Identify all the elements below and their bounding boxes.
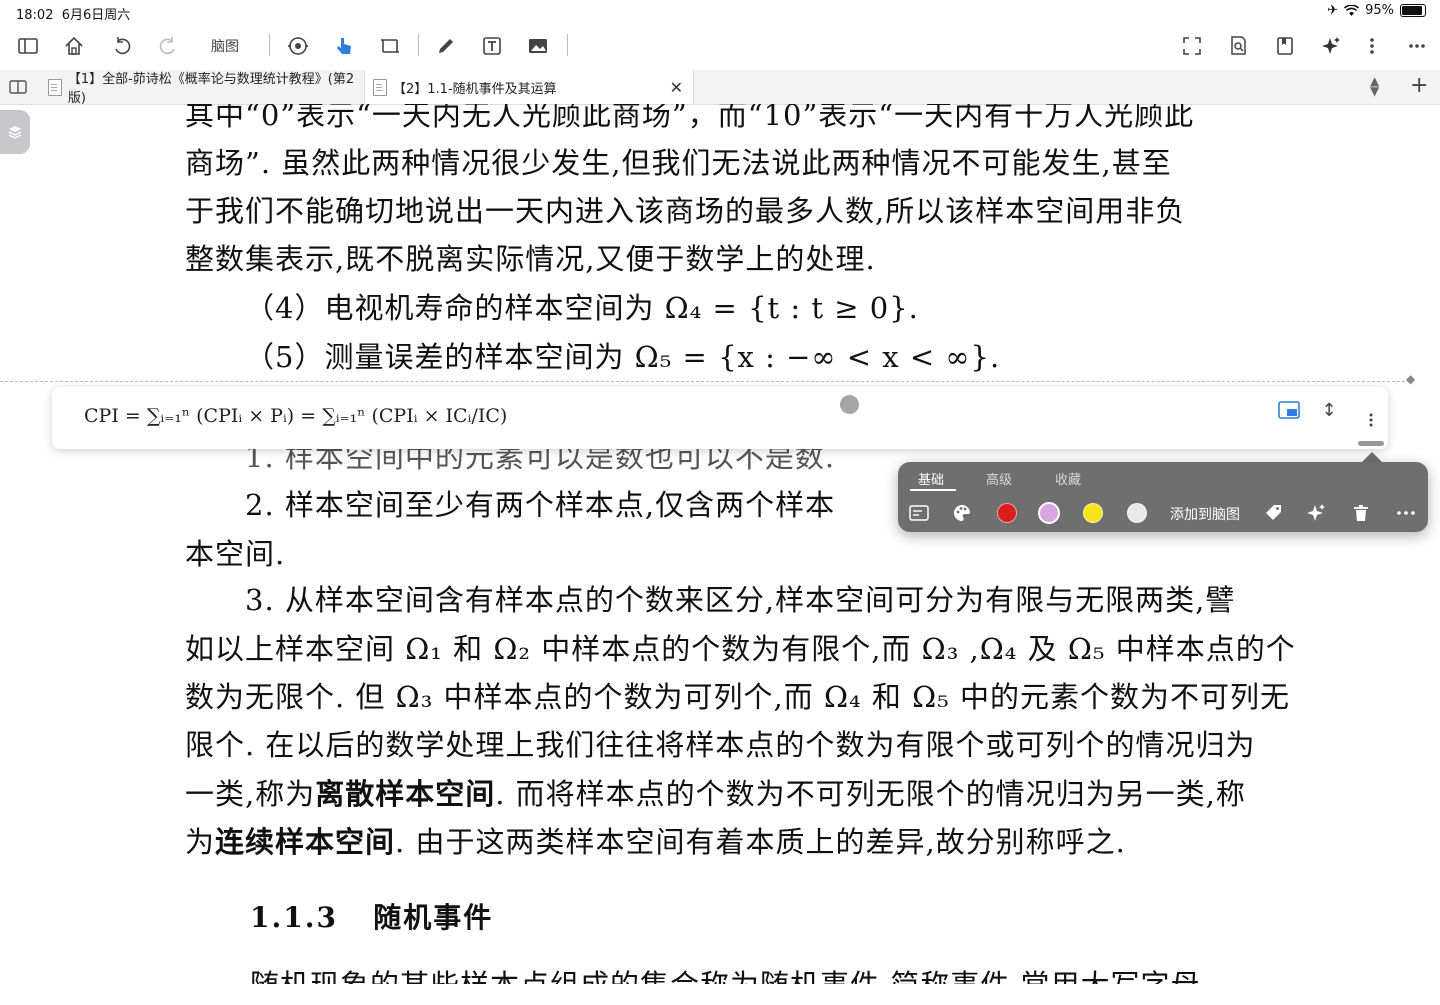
popup-arrow bbox=[1362, 452, 1382, 462]
layers-icon bbox=[8, 126, 22, 139]
search-document-icon[interactable] bbox=[1224, 32, 1252, 60]
active-tab-underline bbox=[910, 489, 956, 491]
pen-icon[interactable] bbox=[432, 32, 460, 60]
text-line: 限个. 在以后的数学处理上我们往往将样本点的个数为有限个或可列个的情况归为 bbox=[185, 728, 1256, 762]
formula-text: CPI = ∑ᵢ₌₁ⁿ (CPIᵢ × Pᵢ) = ∑ᵢ₌₁ⁿ (CPIᵢ × … bbox=[84, 405, 508, 427]
toolbar: 脑图 bbox=[0, 24, 1440, 68]
palette-icon[interactable] bbox=[950, 502, 974, 524]
add-tab-icon[interactable]: + bbox=[1410, 73, 1428, 98]
drag-handle-dot[interactable] bbox=[840, 395, 859, 414]
text-line: 商场”. 虽然此两种情况很少发生,但我们无法说此两种情况不可能发生,甚至 bbox=[185, 146, 1172, 180]
battery-icon bbox=[1400, 4, 1426, 17]
ai-sparkle-icon[interactable] bbox=[1304, 502, 1328, 524]
wifi-icon bbox=[1344, 4, 1360, 16]
trash-icon[interactable] bbox=[1350, 502, 1372, 524]
tab-basic[interactable]: 基础 bbox=[918, 469, 944, 488]
add-to-mindmap-button[interactable]: 添加到脑图 bbox=[1170, 504, 1240, 524]
battery-percent: 95% bbox=[1365, 3, 1394, 18]
more-horizontal-icon[interactable] bbox=[1403, 32, 1431, 60]
tab-bar: 【1】全部-茆诗松《概率论与数理统计教程》(第2版) 【2】1.1-随机事件及其… bbox=[0, 70, 1440, 106]
text-line: 一类,称为离散样本空间. 而将样本点的个数为不可列无限个的情况归为另一类,称 bbox=[185, 777, 1246, 811]
home-icon[interactable] bbox=[60, 32, 88, 60]
tab-favorites[interactable]: 收藏 bbox=[1055, 469, 1081, 488]
text-line: （4）电视机寿命的样本空间为 Ω₄ = {t : t ≥ 0}. bbox=[245, 291, 919, 325]
bold-term: 离散样本空间 bbox=[315, 777, 496, 811]
document-icon bbox=[373, 78, 387, 96]
split-view-icon[interactable] bbox=[4, 73, 32, 101]
formula-card[interactable]: CPI = ∑ᵢ₌₁ⁿ (CPIᵢ × Pᵢ) = ∑ᵢ₌₁ⁿ (CPIᵢ × … bbox=[52, 387, 1388, 449]
tab-label: 【2】1.1-随机事件及其运算 bbox=[393, 81, 557, 97]
read-mode-icon[interactable] bbox=[284, 32, 312, 60]
redo-icon[interactable] bbox=[154, 32, 182, 60]
text-line: 数为无限个. 但 Ω₃ 中样本点的个数为可列个,而 Ω₄ 和 Ω₅ 中的元素个数… bbox=[185, 680, 1290, 714]
sort-arrows-icon[interactable]: ▲ ▼ bbox=[1370, 75, 1379, 97]
undo-icon[interactable] bbox=[108, 32, 136, 60]
text-line: 如以上样本空间 Ω₁ 和 Ω₂ 中样本点的个数为有限个,而 Ω₃ ,Ω₄ 及 Ω… bbox=[185, 632, 1296, 666]
more-vertical-icon[interactable] bbox=[1358, 32, 1386, 60]
toolbar-divider bbox=[418, 34, 419, 56]
ai-sparkle-icon[interactable] bbox=[1317, 32, 1345, 60]
tab-advanced[interactable]: 高级 bbox=[986, 469, 1012, 488]
color-swatch-pink[interactable] bbox=[1038, 502, 1060, 524]
text-line: 本空间. bbox=[185, 537, 286, 571]
color-swatch-yellow[interactable] bbox=[1082, 502, 1104, 524]
airplane-icon: ✈ bbox=[1327, 3, 1339, 18]
toolbar-divider bbox=[567, 34, 568, 56]
bold-term: 连续样本空间 bbox=[215, 825, 396, 859]
note-edit-icon[interactable] bbox=[908, 502, 932, 524]
expand-vertical-icon[interactable]: ↕ bbox=[1318, 399, 1340, 421]
picture-in-picture-icon[interactable] bbox=[1278, 399, 1300, 421]
status-time: 18:02 6月6日周六 bbox=[16, 8, 131, 23]
layers-panel-handle[interactable] bbox=[0, 110, 30, 154]
text-line: 于我们不能确切地说出一天内进入该商场的最多人数,所以该样本空间用非负 bbox=[185, 194, 1186, 228]
text-line: 其中“0”表示“一天内无人光顾此商场”，而“10”表示“一天内有十万人光顾此 bbox=[185, 104, 1195, 132]
status-bar: 18:02 6月6日周六 ✈ 95% bbox=[0, 0, 1440, 24]
close-tab-icon[interactable]: ✕ bbox=[670, 78, 683, 97]
document-page: 其中“0”表示“一天内无人光顾此商场”，而“10”表示“一天内有十万人光顾此 商… bbox=[0, 104, 1440, 984]
more-horizontal-icon[interactable] bbox=[1394, 502, 1418, 524]
tab-label: 【1】全部-茆诗松《概率论与数理统计教程》(第2版) bbox=[67, 72, 355, 106]
annotation-popup: 基础 高级 收藏 添加到脑图 bbox=[898, 462, 1428, 532]
text-line: 随机现象的某些样本点组成的集合称为随机事件,简称事件,常用大写字母 bbox=[250, 962, 1200, 984]
sidebar-toggle-icon[interactable] bbox=[14, 32, 42, 60]
crop-select-icon[interactable] bbox=[376, 32, 404, 60]
toolbar-divider bbox=[269, 34, 270, 56]
text-line: 3. 从样本空间含有样本点的个数来区分,样本空间可分为有限与无限两类,譬 bbox=[245, 583, 1236, 617]
fullscreen-icon[interactable] bbox=[1178, 32, 1206, 60]
hand-pointer-icon[interactable] bbox=[330, 32, 358, 60]
mindmap-button[interactable]: 脑图 bbox=[211, 36, 239, 56]
image-icon[interactable] bbox=[524, 32, 552, 60]
split-divider[interactable] bbox=[0, 381, 1410, 382]
text-line: 2. 样本空间至少有两个样本点,仅含两个样本 bbox=[245, 488, 836, 522]
more-vertical-icon[interactable] bbox=[1360, 409, 1382, 431]
color-swatch-gray[interactable] bbox=[1126, 502, 1148, 524]
split-resize-icon[interactable]: ◆ bbox=[1406, 372, 1415, 386]
color-swatch-red[interactable] bbox=[996, 502, 1018, 524]
tab-document-1[interactable]: 【1】全部-茆诗松《概率论与数理统计教程》(第2版) bbox=[40, 70, 368, 106]
text-line: 为连续样本空间. 由于这两类样本空间有着本质上的差异,故分别称呼之. bbox=[185, 825, 1126, 859]
status-indicators: ✈ 95% bbox=[1327, 3, 1426, 18]
section-heading: 1.1.3 随机事件 bbox=[250, 901, 494, 934]
document-icon bbox=[48, 78, 62, 96]
tab-document-2[interactable]: 【2】1.1-随机事件及其运算 ✕ bbox=[364, 70, 694, 104]
resize-handle-bar[interactable] bbox=[1358, 441, 1384, 446]
text-line: 整数集表示,既不脱离实际情况,又便于数学上的处理. bbox=[185, 242, 876, 276]
tag-icon[interactable] bbox=[1262, 502, 1286, 524]
text-box-icon[interactable] bbox=[478, 32, 506, 60]
bookmark-book-icon[interactable] bbox=[1271, 32, 1299, 60]
text-line: （5）测量误差的样本空间为 Ω₅ = {x : −∞ < x < ∞}. bbox=[245, 340, 1001, 374]
